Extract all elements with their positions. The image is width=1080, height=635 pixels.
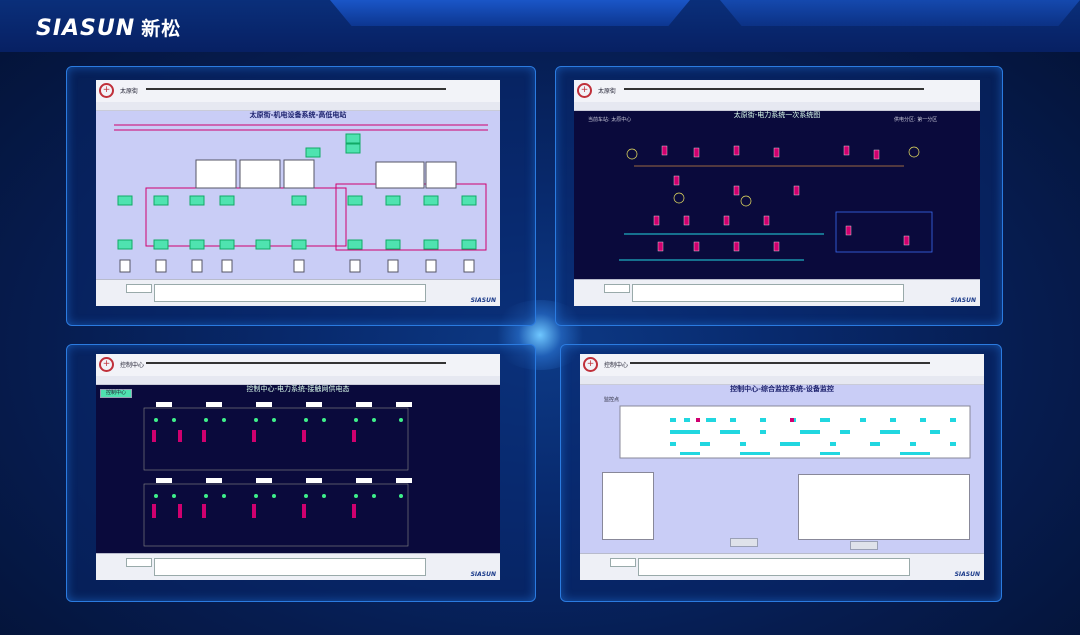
switch-cabinets (195, 159, 457, 189)
breakers (653, 145, 910, 252)
filter-label: 监控点 (604, 397, 620, 403)
footer-brand: SIASUN (470, 571, 496, 578)
switch-bars-red (152, 430, 356, 518)
transformers (117, 133, 477, 250)
message-field[interactable] (632, 284, 904, 302)
station-name: 控制中心 (604, 362, 629, 369)
screen-4[interactable]: + 控制中心 控制中心-综合监控系统-设备监控 监控点 SIASUN (580, 354, 984, 580)
message-field[interactable] (154, 284, 426, 302)
header-bar: + 控制中心 (580, 354, 984, 377)
station-name: 太原街 (598, 88, 617, 95)
status-footer: SIASUN (96, 279, 500, 306)
control-center-tag[interactable]: 控制中心 (100, 389, 132, 398)
loads (119, 259, 475, 273)
status-input[interactable] (126, 284, 152, 293)
metro-logo-icon: + (99, 357, 114, 372)
message-field[interactable] (638, 558, 910, 576)
footer-brand: SIASUN (950, 297, 976, 304)
message-field[interactable] (154, 558, 426, 576)
station-name: 控制中心 (120, 362, 145, 369)
banner-decoration (720, 0, 1080, 26)
status-footer: SIASUN (96, 553, 500, 580)
status-footer: SIASUN (574, 279, 980, 306)
zone-label: 供电分区: 第一分区 (894, 117, 938, 123)
header-bar: + 控制中心 (96, 354, 500, 377)
metro-line-map[interactable] (146, 88, 446, 90)
banner-decoration (330, 0, 690, 26)
metro-logo-icon: + (583, 357, 598, 372)
status-input[interactable] (604, 284, 630, 293)
metro-line-map[interactable] (624, 88, 924, 90)
event-table[interactable] (798, 474, 970, 540)
query-button[interactable] (730, 538, 758, 547)
device-status-grid (619, 405, 971, 459)
status-input[interactable] (126, 558, 152, 567)
station-label: 当前车站: 太原中心 (588, 117, 632, 123)
siasun-logo: SIASUN 新松 (36, 16, 182, 41)
status-footer: SIASUN (580, 553, 984, 580)
metro-line-map[interactable] (630, 362, 930, 364)
station-name: 太原街 (120, 88, 139, 95)
confirm-button[interactable] (850, 541, 878, 550)
catenary-grid (143, 402, 412, 547)
header-bar: + 太原街 (574, 80, 980, 103)
header-bar: + 太原街 (96, 80, 500, 103)
status-dots-green (154, 418, 403, 498)
footer-brand: SIASUN (954, 571, 980, 578)
screen-3[interactable]: + 控制中心 控制中心-电力系统-接触网供电态 控制中心 SIASUN (96, 354, 500, 580)
diagram-title: 控制中心-电力系统-接触网供电态 (246, 385, 350, 393)
screen-1[interactable]: + 太原街 太原街-机电设备系统-高低电站 SIASUN (96, 80, 500, 306)
diagram-title: 太原街-机电设备系统-高低电站 (249, 111, 347, 119)
screen-2[interactable]: + 太原街 太原街-电力系统一次系统图 当前车站: 太原中心 供电分区: 第一分… (574, 80, 980, 306)
device-tree[interactable] (602, 472, 654, 540)
metro-line-map[interactable] (146, 362, 446, 364)
section-headers (156, 402, 412, 483)
status-input[interactable] (610, 558, 636, 567)
power-diagram (114, 124, 488, 273)
single-line-diagram (619, 145, 933, 261)
footer-brand: SIASUN (470, 297, 496, 304)
diagram-title: 控制中心-综合监控系统-设备监控 (730, 385, 834, 393)
metro-logo-icon: + (577, 83, 592, 98)
metro-logo-icon: + (99, 83, 114, 98)
